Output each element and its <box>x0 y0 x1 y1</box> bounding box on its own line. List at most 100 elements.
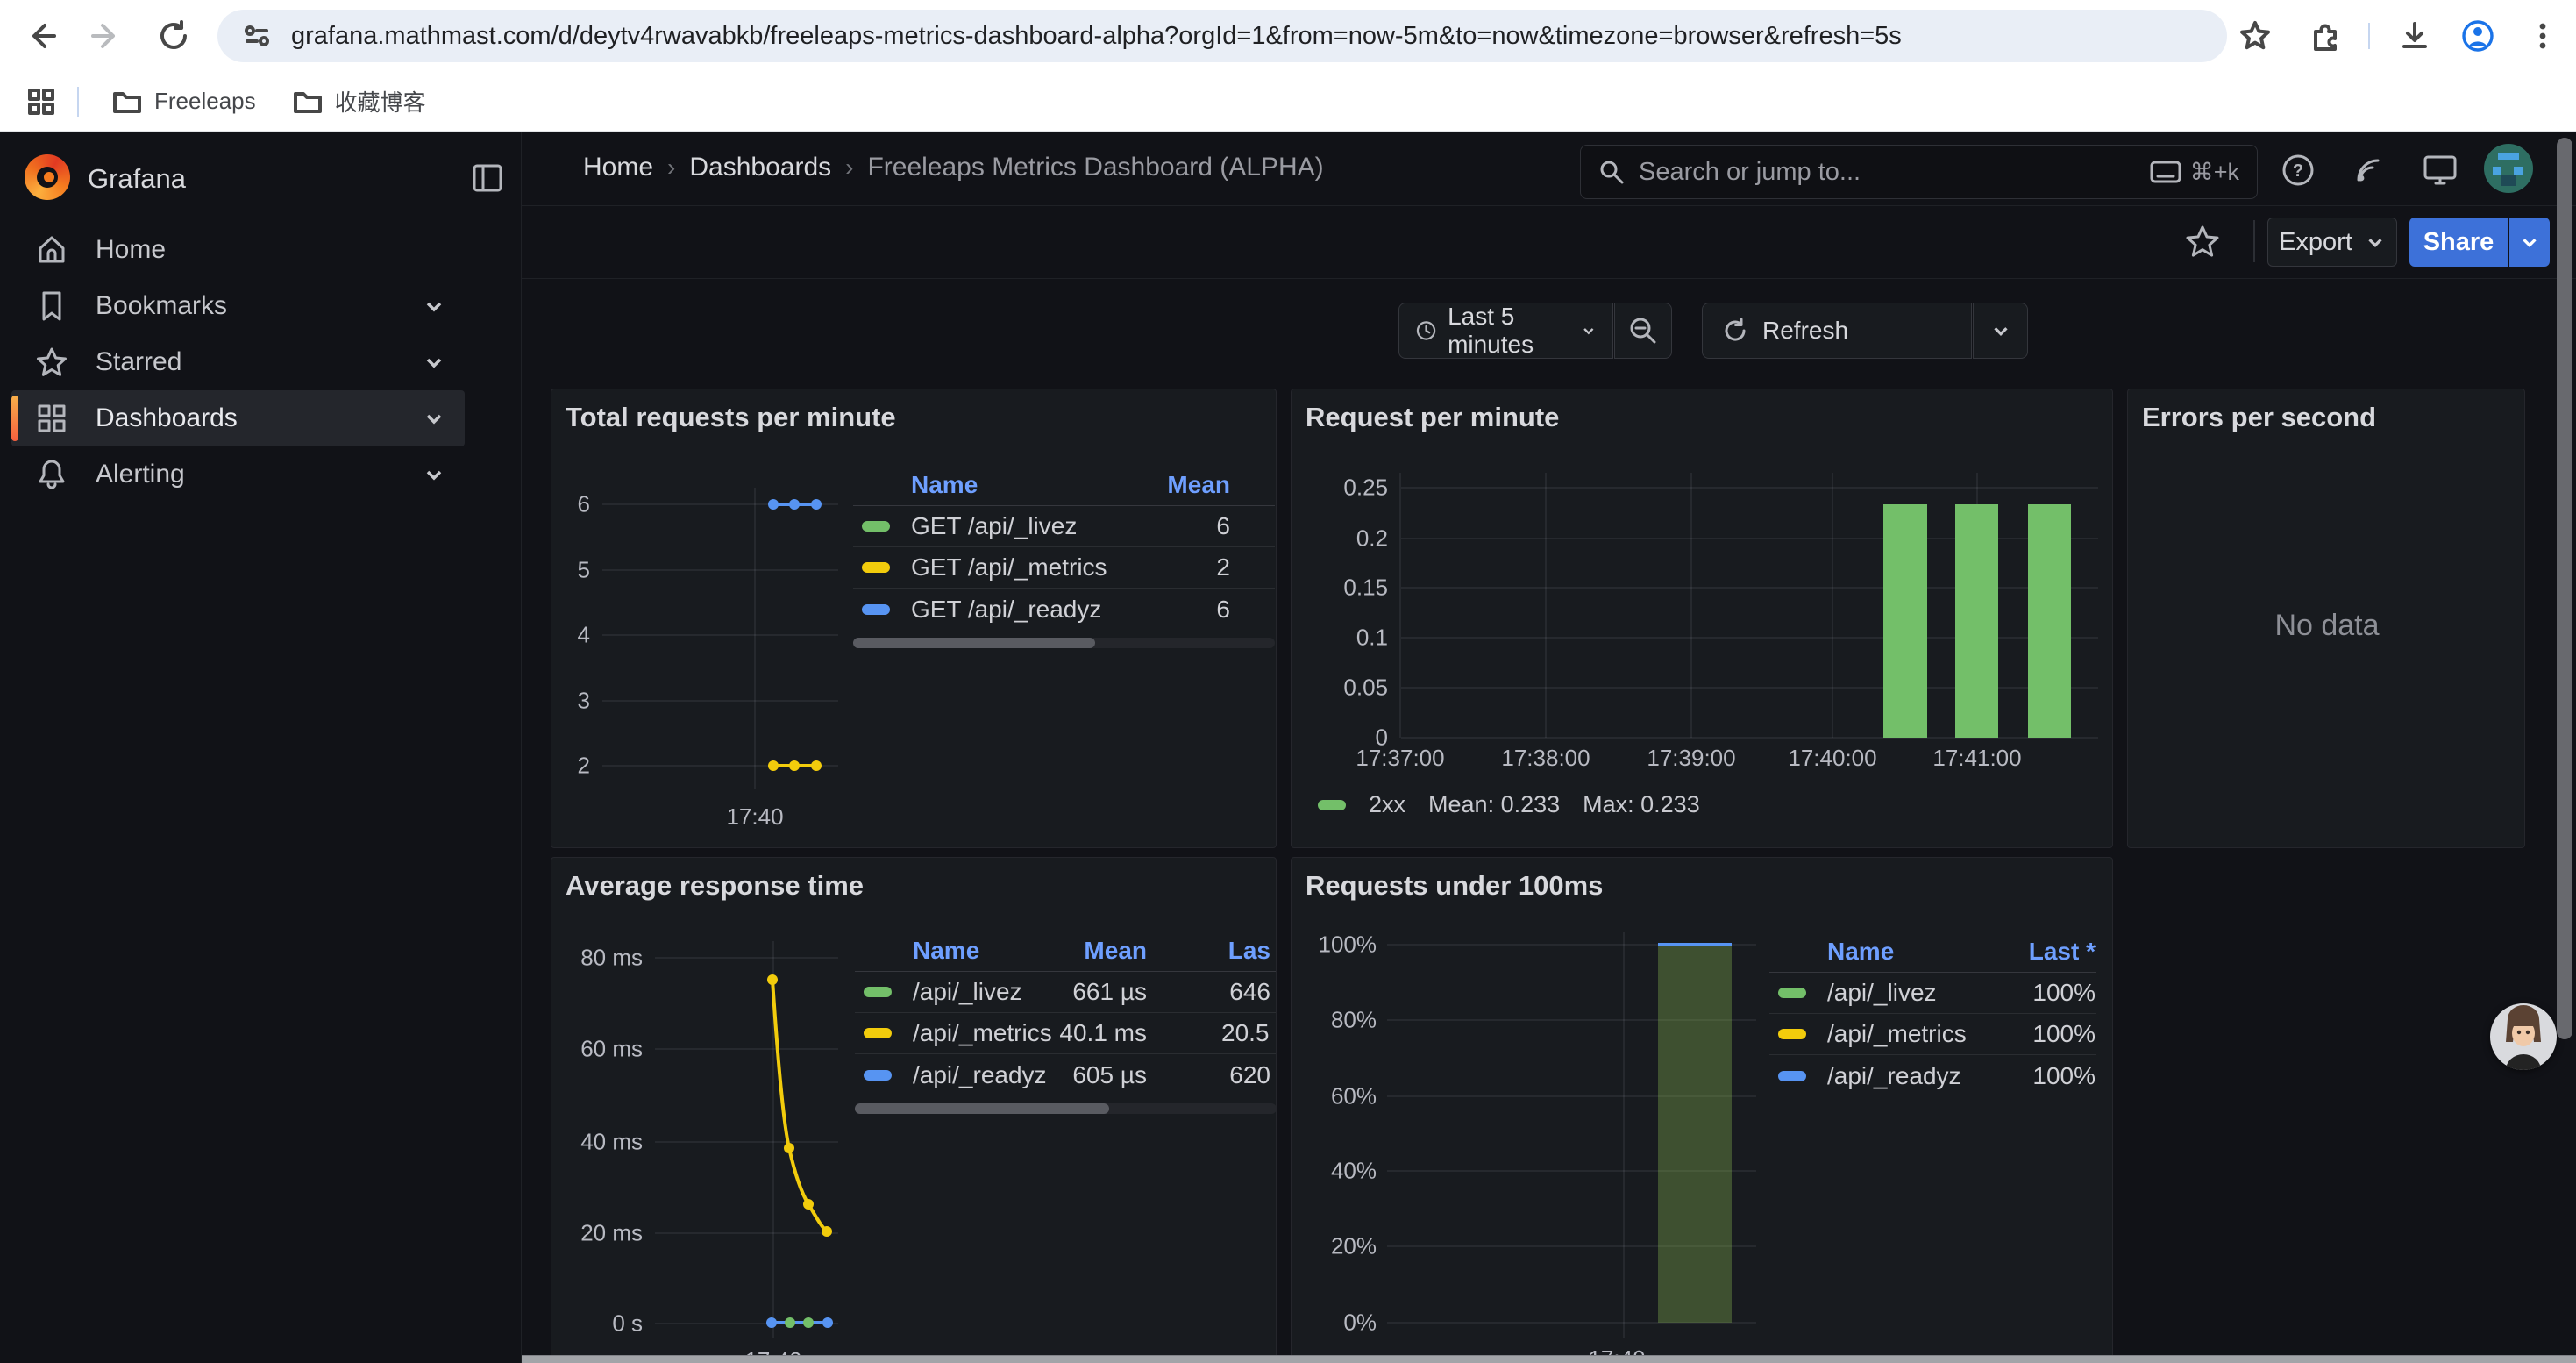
series-mean: Mean: 0.233 <box>1428 791 1560 818</box>
vertical-scrollbar[interactable] <box>2557 138 2572 1039</box>
back-button[interactable] <box>21 17 60 55</box>
url-text[interactable]: grafana.mathmast.com/d/deytv4rwavabkb/fr… <box>291 22 1902 51</box>
y-tick: 6 <box>551 491 590 518</box>
panel-errors-per-second[interactable]: Errors per second No data <box>2127 389 2525 848</box>
reload-button[interactable] <box>154 17 193 55</box>
sidebar-item-home[interactable]: Home <box>11 222 465 278</box>
legend-header-name[interactable]: Name <box>913 937 979 965</box>
favorite-star-icon[interactable] <box>2183 222 2222 265</box>
y-tick: 40% <box>1292 1158 1377 1185</box>
series-name[interactable]: /api/_livez <box>1827 979 1937 1007</box>
legend-header-last[interactable]: Last * <box>2029 938 2096 966</box>
legend-header-name[interactable]: Name <box>911 471 978 499</box>
legend-row[interactable]: GET /api/_readyz 6 <box>853 589 1275 630</box>
legend-row[interactable]: /api/_metrics 100% <box>1769 1014 2096 1055</box>
dock-sidebar-icon[interactable] <box>469 160 506 201</box>
panel-title[interactable]: Errors per second <box>2142 402 2376 433</box>
dashboard-toolbar: Export Share <box>522 206 2576 279</box>
y-tick: 20% <box>1292 1233 1377 1260</box>
bookmark-label: 收藏博客 <box>335 85 426 118</box>
search-icon <box>1598 159 1625 185</box>
legend-header-mean[interactable]: Mean <box>1167 471 1230 499</box>
sidebar-item-bookmarks[interactable]: Bookmarks <box>11 278 465 334</box>
legend-scrollbar[interactable] <box>855 1103 1277 1114</box>
series-name[interactable]: /api/_metrics <box>1827 1020 1967 1048</box>
series-mean: 40.1 ms <box>1046 1019 1147 1047</box>
series-name[interactable]: /api/_readyz <box>1827 1062 1961 1090</box>
panel-average-response-time[interactable]: Average response time 80 ms 60 <box>551 857 1277 1363</box>
legend-row[interactable]: GET /api/_metrics 2 <box>853 547 1275 589</box>
legend-header-mean[interactable]: Mean <box>1081 937 1147 965</box>
legend-header-name[interactable]: Name <box>1827 938 1894 966</box>
apps-grid-icon[interactable] <box>26 87 56 117</box>
series-color-pill <box>862 521 890 532</box>
series-name[interactable]: GET /api/_livez <box>911 512 1077 540</box>
share-button[interactable]: Share <box>2409 218 2508 267</box>
series-name[interactable]: /api/_livez <box>913 978 1022 1006</box>
series-name[interactable]: GET /api/_readyz <box>911 596 1101 624</box>
browser-menu-icon[interactable] <box>2523 17 2562 55</box>
x-tick: 17:41:00 <box>1932 745 2021 772</box>
legend-row[interactable]: /api/_readyz 605 µs 620 <box>855 1054 1277 1095</box>
legend-row[interactable]: /api/_readyz 100% <box>1769 1055 2096 1096</box>
search-input[interactable]: Search or jump to... ⌘+k <box>1580 145 2258 199</box>
help-icon[interactable]: ? <box>2275 147 2321 193</box>
profile-icon[interactable] <box>2459 17 2497 55</box>
news-rss-icon[interactable] <box>2345 147 2391 193</box>
display-icon[interactable] <box>2417 147 2463 193</box>
series-name[interactable]: /api/_metrics <box>913 1019 1052 1047</box>
site-settings-icon[interactable] <box>242 21 272 51</box>
chevron-down-icon[interactable] <box>423 295 445 318</box>
series-name[interactable]: /api/_readyz <box>913 1061 1047 1089</box>
sidebar-item-alerting[interactable]: Alerting <box>11 446 465 503</box>
bookmark-folder-blogs[interactable]: 收藏博客 <box>281 78 438 125</box>
chevron-down-icon[interactable] <box>423 351 445 374</box>
panel-total-requests[interactable]: Total requests per minute 6 5 4 3 2 17:4… <box>551 389 1277 848</box>
breadcrumb-home[interactable]: Home <box>583 153 653 182</box>
sidebar-item-starred[interactable]: Starred <box>11 334 465 390</box>
no-data-message: No data <box>2128 609 2525 643</box>
bookmarks-bar: Freeleaps 收藏博客 <box>0 72 2576 132</box>
assistant-avatar[interactable] <box>2490 1003 2557 1070</box>
time-range-picker[interactable]: Last 5 minutes <box>1398 303 1613 359</box>
refresh-interval-dropdown[interactable] <box>1973 303 2028 359</box>
legend-row[interactable]: 2xx Mean: 0.233 Max: 0.233 <box>1318 791 1700 818</box>
address-bar[interactable]: grafana.mathmast.com/d/deytv4rwavabkb/fr… <box>217 10 2227 62</box>
brand-title: Grafana <box>88 163 186 195</box>
y-tick: 0.2 <box>1292 525 1388 553</box>
extensions-icon[interactable] <box>2306 17 2345 55</box>
zoom-out-button[interactable] <box>1614 303 1672 359</box>
grafana-sidebar: Grafana Home Bookmarks <box>0 132 522 1363</box>
horizontal-scrollbar[interactable] <box>522 1355 2576 1363</box>
series-color-pill <box>862 604 890 615</box>
user-avatar[interactable] <box>2484 144 2533 193</box>
bookmark-folder-freeleaps[interactable]: Freeleaps <box>100 81 268 122</box>
bookmark-star-icon[interactable] <box>2236 17 2274 55</box>
legend-scrollbar[interactable] <box>853 638 1275 648</box>
y-tick: 2 <box>551 753 590 780</box>
legend-header-last[interactable]: Las <box>1221 937 1270 965</box>
chevron-down-icon[interactable] <box>423 463 445 486</box>
refresh-button[interactable]: Refresh <box>1702 303 1972 359</box>
panel-requests-under-100ms[interactable]: Requests under 100ms 100% 80% 60% 40% 20… <box>1291 857 2113 1363</box>
share-dropdown-button[interactable] <box>2509 218 2550 267</box>
sidebar-item-dashboards[interactable]: Dashboards <box>11 390 465 446</box>
grafana-logo[interactable] <box>25 154 70 200</box>
legend-row[interactable]: GET /api/_livez 6 <box>853 506 1275 547</box>
export-button[interactable]: Export <box>2267 218 2397 267</box>
panel-requests-per-minute[interactable]: Request per minute 0.25 0.2 0.15 0.1 <box>1291 389 2113 848</box>
legend-row[interactable]: /api/_metrics 40.1 ms 20.5 r <box>855 1013 1277 1054</box>
series-name[interactable]: 2xx <box>1369 791 1405 818</box>
downloads-icon[interactable] <box>2395 17 2434 55</box>
breadcrumb-dashboards[interactable]: Dashboards <box>689 153 831 182</box>
series-color-pill <box>864 1028 892 1038</box>
forward-button[interactable] <box>88 17 126 55</box>
chevron-down-icon <box>2519 232 2540 253</box>
legend-row[interactable]: /api/_livez 661 µs 646 <box>855 972 1277 1013</box>
bell-icon <box>34 457 69 492</box>
chevron-down-icon[interactable] <box>423 407 445 430</box>
series-name[interactable]: GET /api/_metrics <box>911 553 1107 582</box>
y-tick: 40 ms <box>551 1129 643 1156</box>
chevron-down-icon <box>1581 320 1597 341</box>
legend-row[interactable]: /api/_livez 100% <box>1769 973 2096 1014</box>
